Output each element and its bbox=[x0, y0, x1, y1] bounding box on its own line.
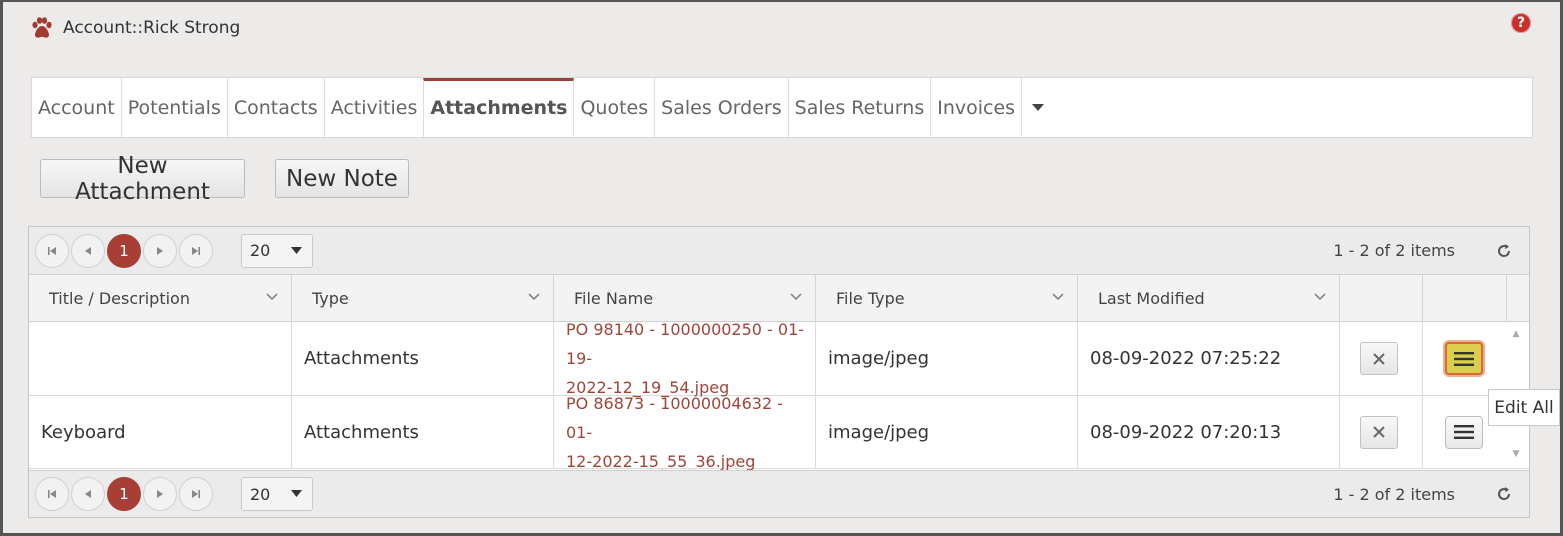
column-last-modified-label: Last Modified bbox=[1098, 288, 1205, 308]
chevron-down-icon[interactable] bbox=[527, 290, 541, 304]
table-row: Attachments PO 98140 - 1000000250 - 01-1… bbox=[29, 320, 1529, 397]
page-header: Account::Rick Strong bbox=[30, 14, 240, 42]
column-file-name-label: File Name bbox=[574, 288, 654, 308]
paw-icon bbox=[32, 17, 52, 38]
cell-title bbox=[29, 322, 292, 395]
column-type-label: Type bbox=[312, 288, 349, 308]
attachments-grid: 1 20 1 - 2 of 2 items Title / Descriptio… bbox=[28, 226, 1530, 518]
cell-title: Keyboard bbox=[29, 396, 292, 468]
hamburger-icon bbox=[1454, 425, 1474, 439]
table-row: Keyboard Attachments PO 86873 - 10000004… bbox=[29, 393, 1529, 471]
tab-bar: Account Potentials Contacts Activities A… bbox=[31, 77, 1533, 138]
chevron-down-icon[interactable] bbox=[789, 290, 803, 304]
tab-activities[interactable]: Activities bbox=[325, 78, 425, 137]
column-header-title[interactable]: Title / Description bbox=[29, 275, 292, 321]
file-name-line: PO 86873 - 10000004632 - 01- bbox=[566, 393, 784, 442]
last-page-button[interactable] bbox=[179, 477, 213, 511]
row-menu-button[interactable] bbox=[1445, 415, 1483, 449]
close-icon bbox=[1373, 426, 1385, 438]
new-attachment-button[interactable]: New Attachment bbox=[40, 153, 245, 205]
cell-file-type: image/jpeg bbox=[816, 396, 1078, 468]
cell-type: Attachments bbox=[292, 396, 554, 468]
cell-delete bbox=[1340, 396, 1423, 468]
cell-file-type: image/jpeg bbox=[816, 322, 1078, 395]
current-page-button[interactable]: 1 bbox=[107, 233, 141, 268]
next-page-icon bbox=[157, 246, 163, 255]
column-header-actions bbox=[1423, 275, 1507, 321]
cell-delete bbox=[1340, 322, 1423, 395]
file-name-line: PO 98140 - 1000000250 - 01-19- bbox=[566, 320, 805, 368]
column-header-delete bbox=[1340, 275, 1423, 321]
refresh-icon[interactable] bbox=[1495, 242, 1513, 260]
prev-page-icon bbox=[85, 246, 91, 255]
last-page-icon bbox=[192, 490, 200, 498]
caret-down-icon bbox=[291, 246, 302, 254]
page-size-value: 20 bbox=[250, 484, 271, 504]
page-size-select[interactable]: 20 bbox=[241, 233, 313, 268]
cell-file-name-link[interactable]: PO 98140 - 1000000250 - 01-19- 2022-12_19… bbox=[554, 320, 816, 397]
close-icon bbox=[1373, 352, 1385, 365]
chevron-down-icon[interactable] bbox=[1313, 290, 1327, 304]
last-page-button[interactable] bbox=[179, 233, 213, 268]
cell-file-name-link[interactable]: PO 86873 - 10000004632 - 01- 12-2022-15_5… bbox=[554, 393, 816, 471]
first-page-button[interactable] bbox=[35, 477, 69, 511]
edit-all-tooltip: Edit All bbox=[1488, 389, 1560, 426]
pager-bottom: 1 20 1 - 2 of 2 items bbox=[29, 470, 1529, 517]
last-page-icon bbox=[192, 246, 200, 255]
pager-top: 1 20 1 - 2 of 2 items bbox=[29, 227, 1529, 275]
next-page-icon bbox=[157, 490, 163, 498]
tab-potentials[interactable]: Potentials bbox=[122, 78, 228, 137]
prev-page-button[interactable] bbox=[71, 477, 105, 511]
tab-attachments[interactable]: Attachments bbox=[423, 78, 575, 137]
first-page-icon bbox=[48, 246, 56, 255]
tab-sales-returns[interactable]: Sales Returns bbox=[789, 78, 932, 137]
prev-page-icon bbox=[85, 490, 91, 498]
caret-down-icon bbox=[291, 490, 302, 497]
tab-sales-orders[interactable]: Sales Orders bbox=[655, 78, 789, 137]
tab-contacts[interactable]: Contacts bbox=[228, 78, 325, 137]
column-header-last-modified[interactable]: Last Modified bbox=[1078, 275, 1340, 321]
pager-info: 1 - 2 of 2 items bbox=[1333, 241, 1455, 260]
column-title-label: Title / Description bbox=[49, 288, 190, 308]
pager-info: 1 - 2 of 2 items bbox=[1333, 484, 1455, 504]
row-menu-button[interactable] bbox=[1445, 342, 1483, 375]
column-header-type[interactable]: Type bbox=[292, 275, 554, 321]
file-name-line: 12-2022-15_55_36.jpeg bbox=[566, 451, 756, 471]
hamburger-icon bbox=[1454, 351, 1474, 366]
page-size-select[interactable]: 20 bbox=[241, 477, 313, 511]
prev-page-button[interactable] bbox=[71, 233, 105, 268]
tab-account[interactable]: Account bbox=[32, 78, 122, 137]
first-page-button[interactable] bbox=[35, 233, 69, 268]
column-header-file-type[interactable]: File Type bbox=[816, 275, 1078, 321]
scroll-up-arrow[interactable]: ▲ bbox=[1507, 327, 1525, 341]
tab-quotes[interactable]: Quotes bbox=[574, 78, 656, 137]
current-page-button[interactable]: 1 bbox=[107, 477, 141, 511]
next-page-button[interactable] bbox=[143, 477, 177, 511]
caret-down-icon bbox=[1032, 103, 1045, 111]
cell-last-modified: 08-09-2022 07:20:13 bbox=[1078, 396, 1340, 468]
cell-type: Attachments bbox=[292, 322, 554, 395]
refresh-icon[interactable] bbox=[1495, 485, 1513, 503]
chevron-down-icon[interactable] bbox=[265, 290, 279, 304]
tab-invoices[interactable]: Invoices bbox=[931, 78, 1023, 137]
first-page-icon bbox=[48, 490, 56, 498]
new-note-button[interactable]: New Note bbox=[275, 159, 409, 198]
page-title: Account::Rick Strong bbox=[63, 18, 241, 38]
page-size-value: 20 bbox=[250, 241, 271, 260]
next-page-button[interactable] bbox=[143, 233, 177, 268]
column-file-type-label: File Type bbox=[836, 288, 905, 308]
delete-button[interactable] bbox=[1360, 415, 1398, 449]
scroll-down-arrow[interactable]: ▼ bbox=[1507, 447, 1525, 461]
delete-button[interactable] bbox=[1360, 342, 1398, 375]
help-icon[interactable]: ? bbox=[1511, 13, 1531, 33]
tabs-more-dropdown[interactable] bbox=[1022, 78, 1054, 137]
cell-last-modified: 08-09-2022 07:25:22 bbox=[1078, 322, 1340, 395]
chevron-down-icon[interactable] bbox=[1051, 290, 1065, 304]
cell-actions bbox=[1423, 322, 1507, 395]
